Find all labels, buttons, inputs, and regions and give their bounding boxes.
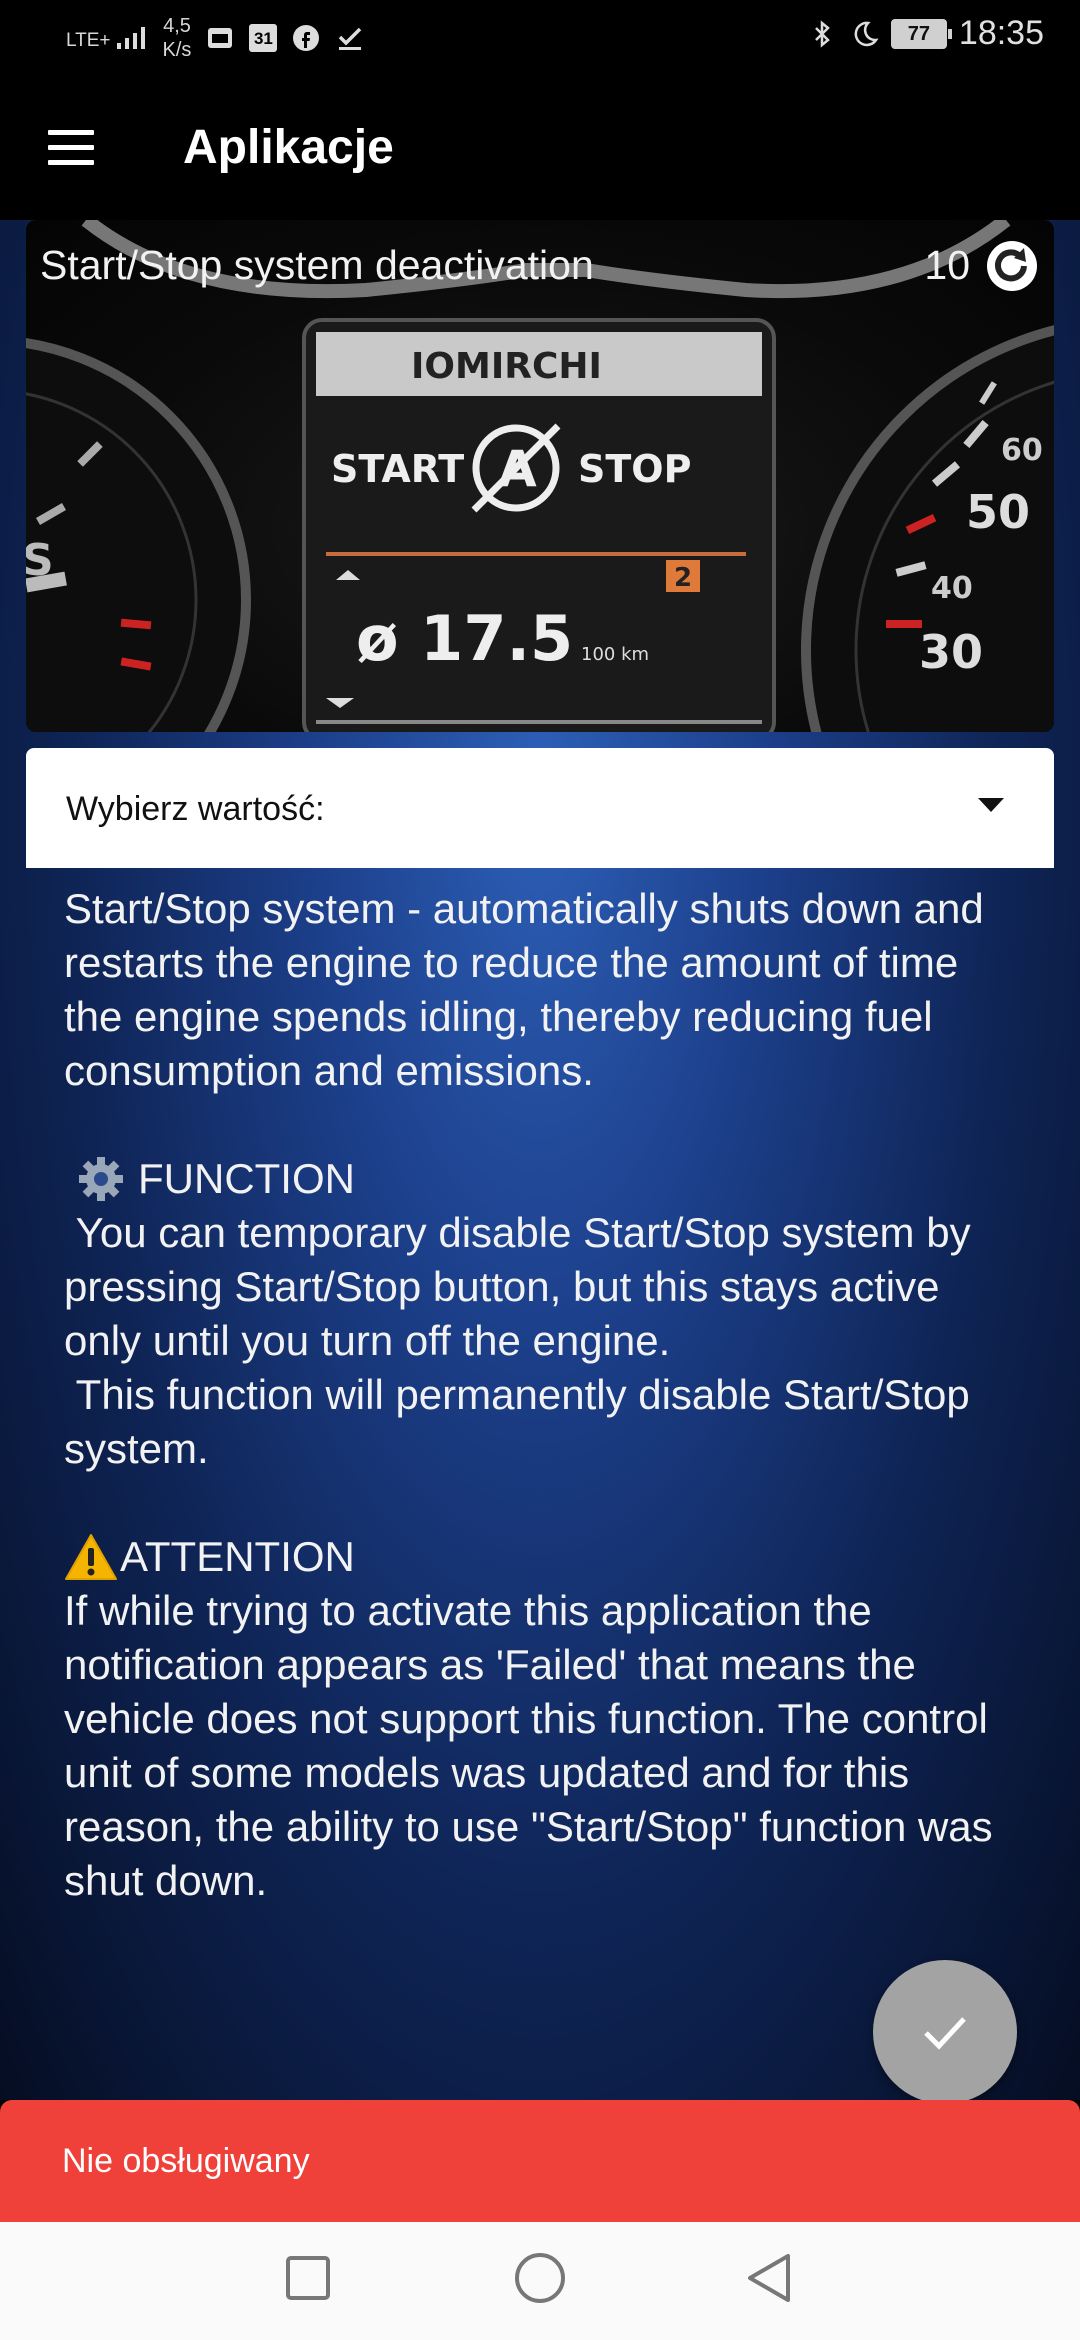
snackbar: Nie obsługiwany <box>0 2100 1080 2222</box>
gauge-60: 60 <box>1001 433 1043 468</box>
do-not-disturb-moon-icon <box>854 21 879 46</box>
dashboard-illustration: S 60 50 40 30 IOMIRCHI START STOP A <box>26 220 1054 732</box>
signal-indicator: LTE+ <box>66 25 149 51</box>
function-text-1: You can temporary disable Start/Stop sys… <box>64 1209 983 1364</box>
attention-heading: ATTENTION <box>64 1530 1024 1584</box>
net-speed-unit: K/s <box>162 39 192 61</box>
calendar-icon: 31 <box>249 24 278 52</box>
gear-icon <box>79 1157 123 1201</box>
battery-level: 77 <box>907 22 931 45</box>
dash-start: START <box>331 447 464 491</box>
value-select-dropdown[interactable]: Wybierz wartość: <box>26 748 1054 868</box>
gauge-30: 30 <box>919 625 983 679</box>
main-content[interactable]: S 60 50 40 30 IOMIRCHI START STOP A <box>0 220 1080 2100</box>
signal-icon <box>116 27 145 49</box>
circle-icon[interactable] <box>510 2248 570 2308</box>
attention-heading-text: ATTENTION <box>120 1533 355 1580</box>
function-heading: FUNCTION <box>64 1152 1024 1206</box>
dash-brand: IOMIRCHI <box>411 346 602 387</box>
chevron-down-icon <box>978 798 1004 812</box>
page-title: Aplikacje <box>183 121 394 174</box>
svg-text:S: S <box>26 535 54 586</box>
menu-icon[interactable] <box>40 116 104 180</box>
net-speed-value: 4,5 <box>163 15 191 37</box>
gallery-icon <box>208 28 233 48</box>
gauge-50: 50 <box>966 485 1030 539</box>
back-triangle-icon[interactable] <box>740 2248 800 2308</box>
snackbar-message: Nie obsługiwany <box>62 2142 310 2180</box>
hero-image: S 60 50 40 30 IOMIRCHI START STOP A <box>26 220 1054 732</box>
calendar-day: 31 <box>253 29 273 48</box>
facebook-icon <box>293 25 320 51</box>
description: Start/Stop system - automatically shuts … <box>64 882 1024 1908</box>
bluetooth-icon <box>815 19 830 48</box>
check-icon <box>924 2017 966 2050</box>
check-task-icon <box>339 27 362 50</box>
battery-icon: 77 <box>890 18 952 49</box>
usage-count: 10 <box>924 242 970 288</box>
dash-unit: 100 km <box>581 644 649 665</box>
dropdown-label: Wybierz wartość: <box>66 790 325 828</box>
app-feature-title: Start/Stop system deactivation <box>40 242 594 288</box>
function-text-2: This function will permanently disable S… <box>64 1371 982 1472</box>
net-speed: 4,5 K/s <box>163 14 192 62</box>
warning-icon <box>65 1534 117 1580</box>
dash-gear: 2 <box>674 563 692 593</box>
network-type: LTE+ <box>66 30 111 51</box>
refresh-icon[interactable] <box>984 238 1040 294</box>
clock: 18:35 <box>958 14 1044 52</box>
square-icon[interactable] <box>278 2248 338 2308</box>
confirm-fab-button[interactable] <box>873 1960 1017 2104</box>
status-bar: LTE+ 4,5 K/s 31 77 18:35 <box>0 0 1080 76</box>
dash-stop: STOP <box>578 447 691 491</box>
function-heading-text: FUNCTION <box>138 1155 355 1202</box>
app-bar: Aplikacje <box>0 76 1080 220</box>
description-intro: Start/Stop system - automatically shuts … <box>64 885 984 1094</box>
gauge-40: 40 <box>931 571 973 606</box>
system-navigation-bar <box>0 2222 1080 2340</box>
attention-text: If while trying to activate this applica… <box>64 1587 993 1904</box>
dash-consumption: ø 17.5 <box>356 602 573 675</box>
